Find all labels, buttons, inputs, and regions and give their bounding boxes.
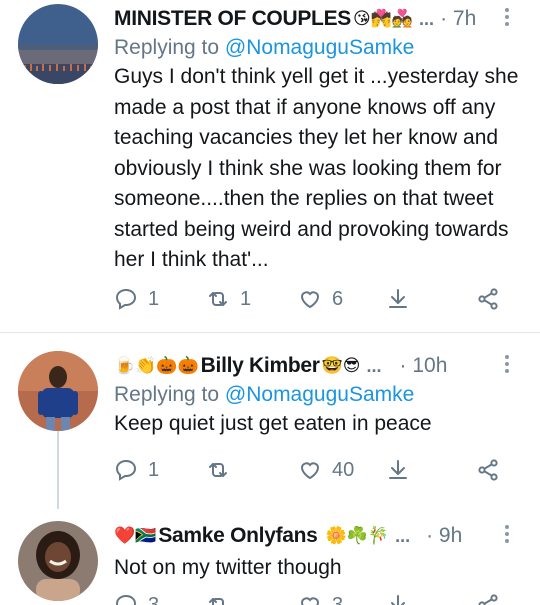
like-count: 40 <box>332 458 355 481</box>
like-button[interactable]: 6 <box>298 287 343 311</box>
reply-icon <box>115 594 137 605</box>
reply-button[interactable]: 1 <box>114 287 159 311</box>
name-emoji: 🌼☘️🎋 <box>325 526 390 545</box>
retweet-icon <box>209 598 224 605</box>
thread-line <box>57 423 59 509</box>
timestamp[interactable]: · 7h <box>440 7 476 31</box>
tweet-text: Guys I don't think yell get it ...yester… <box>114 65 519 271</box>
tweet-header: ❤️🇿🇦 Samke Onlyfans 🌼☘️🎋 ... · 9h <box>114 521 530 551</box>
avatar[interactable] <box>18 351 98 431</box>
reply-count: 3 <box>148 593 160 605</box>
timestamp[interactable]: · 9h <box>426 524 462 548</box>
display-name[interactable]: Billy Kimber <box>201 354 320 378</box>
more-icon[interactable] <box>504 355 510 373</box>
reply-button[interactable]: 1 <box>114 458 159 482</box>
replying-handle[interactable]: @NomaguguSamke <box>225 36 414 59</box>
display-name[interactable]: Samke Onlyfans <box>158 524 318 548</box>
upload-button[interactable] <box>386 458 410 482</box>
retweet-button[interactable] <box>206 593 230 605</box>
upload-icon <box>391 595 405 605</box>
like-button[interactable]: 40 <box>298 458 354 482</box>
name-ellipsis: ... <box>395 525 411 546</box>
like-button[interactable]: 3 <box>298 593 343 605</box>
upload-icon <box>389 460 407 479</box>
replying-handle[interactable]: @NomaguguSamke <box>225 383 414 406</box>
action-bar: 1 40 <box>114 458 514 488</box>
reply-button[interactable]: 3 <box>114 593 159 605</box>
replying-to: Replying to @NomaguguSamke <box>114 383 530 407</box>
retweet-button[interactable] <box>206 458 230 482</box>
replying-prefix: Replying to <box>114 383 220 406</box>
name-prefix-emoji: ❤️🇿🇦 <box>114 526 157 545</box>
action-bar: 1 1 6 <box>114 287 514 317</box>
replying-to: Replying to @NomaguguSamke <box>114 36 530 60</box>
upload-button[interactable] <box>386 287 410 311</box>
avatar[interactable] <box>18 521 98 601</box>
share-button[interactable] <box>476 458 500 482</box>
retweet-icon <box>209 463 227 477</box>
like-icon <box>300 462 320 480</box>
display-name[interactable]: MINISTER OF COUPLES <box>114 7 351 31</box>
upload-button[interactable] <box>386 593 410 605</box>
name-emoji: 🤓😎 <box>321 356 361 375</box>
like-count: 6 <box>332 287 344 310</box>
reply-icon <box>115 459 137 481</box>
replying-prefix: Replying to <box>114 36 220 59</box>
name-ellipsis: ... <box>366 355 382 376</box>
retweet-button[interactable]: 1 <box>206 287 251 311</box>
name-emoji: 😘💏💑 <box>352 9 414 28</box>
retweet-icon <box>209 292 227 306</box>
tweet-header: 🍺👏🎃🎃 Billy Kimber 🤓😎 ... · 10h <box>114 351 530 381</box>
retweet-count: 1 <box>240 287 252 310</box>
tweet-text: Keep quiet just get eaten in peace <box>114 412 432 435</box>
tweet-header: MINISTER OF COUPLES 😘💏💑 ... · 7h <box>114 4 530 34</box>
name-ellipsis: ... <box>419 8 435 29</box>
avatar[interactable] <box>18 4 98 84</box>
share-icon <box>478 594 498 605</box>
share-button[interactable] <box>476 593 500 605</box>
tweet-3[interactable]: ❤️🇿🇦 Samke Onlyfans 🌼☘️🎋 ... · 9h Not on… <box>0 509 540 605</box>
tweet-1[interactable]: MINISTER OF COUPLES 😘💏💑 ... · 7h Replyin… <box>0 0 540 332</box>
name-prefix-emoji: 🍺👏🎃🎃 <box>114 356 199 375</box>
like-icon <box>300 597 320 605</box>
like-icon <box>300 291 320 309</box>
more-icon[interactable] <box>504 8 510 26</box>
like-count: 3 <box>332 593 344 605</box>
tweet-text: Not on my twitter though <box>114 556 342 579</box>
reply-count: 1 <box>148 458 160 481</box>
share-icon <box>478 288 498 310</box>
reply-icon <box>115 288 137 310</box>
timestamp[interactable]: · 10h <box>400 354 448 378</box>
reply-count: 1 <box>148 287 160 310</box>
more-icon[interactable] <box>504 525 510 543</box>
tweet-2[interactable]: 🍺👏🎃🎃 Billy Kimber 🤓😎 ... · 10h Replying … <box>0 333 540 509</box>
upload-icon <box>389 289 407 308</box>
share-icon <box>478 459 498 481</box>
share-button[interactable] <box>476 287 500 311</box>
action-bar: 3 3 <box>114 593 514 605</box>
